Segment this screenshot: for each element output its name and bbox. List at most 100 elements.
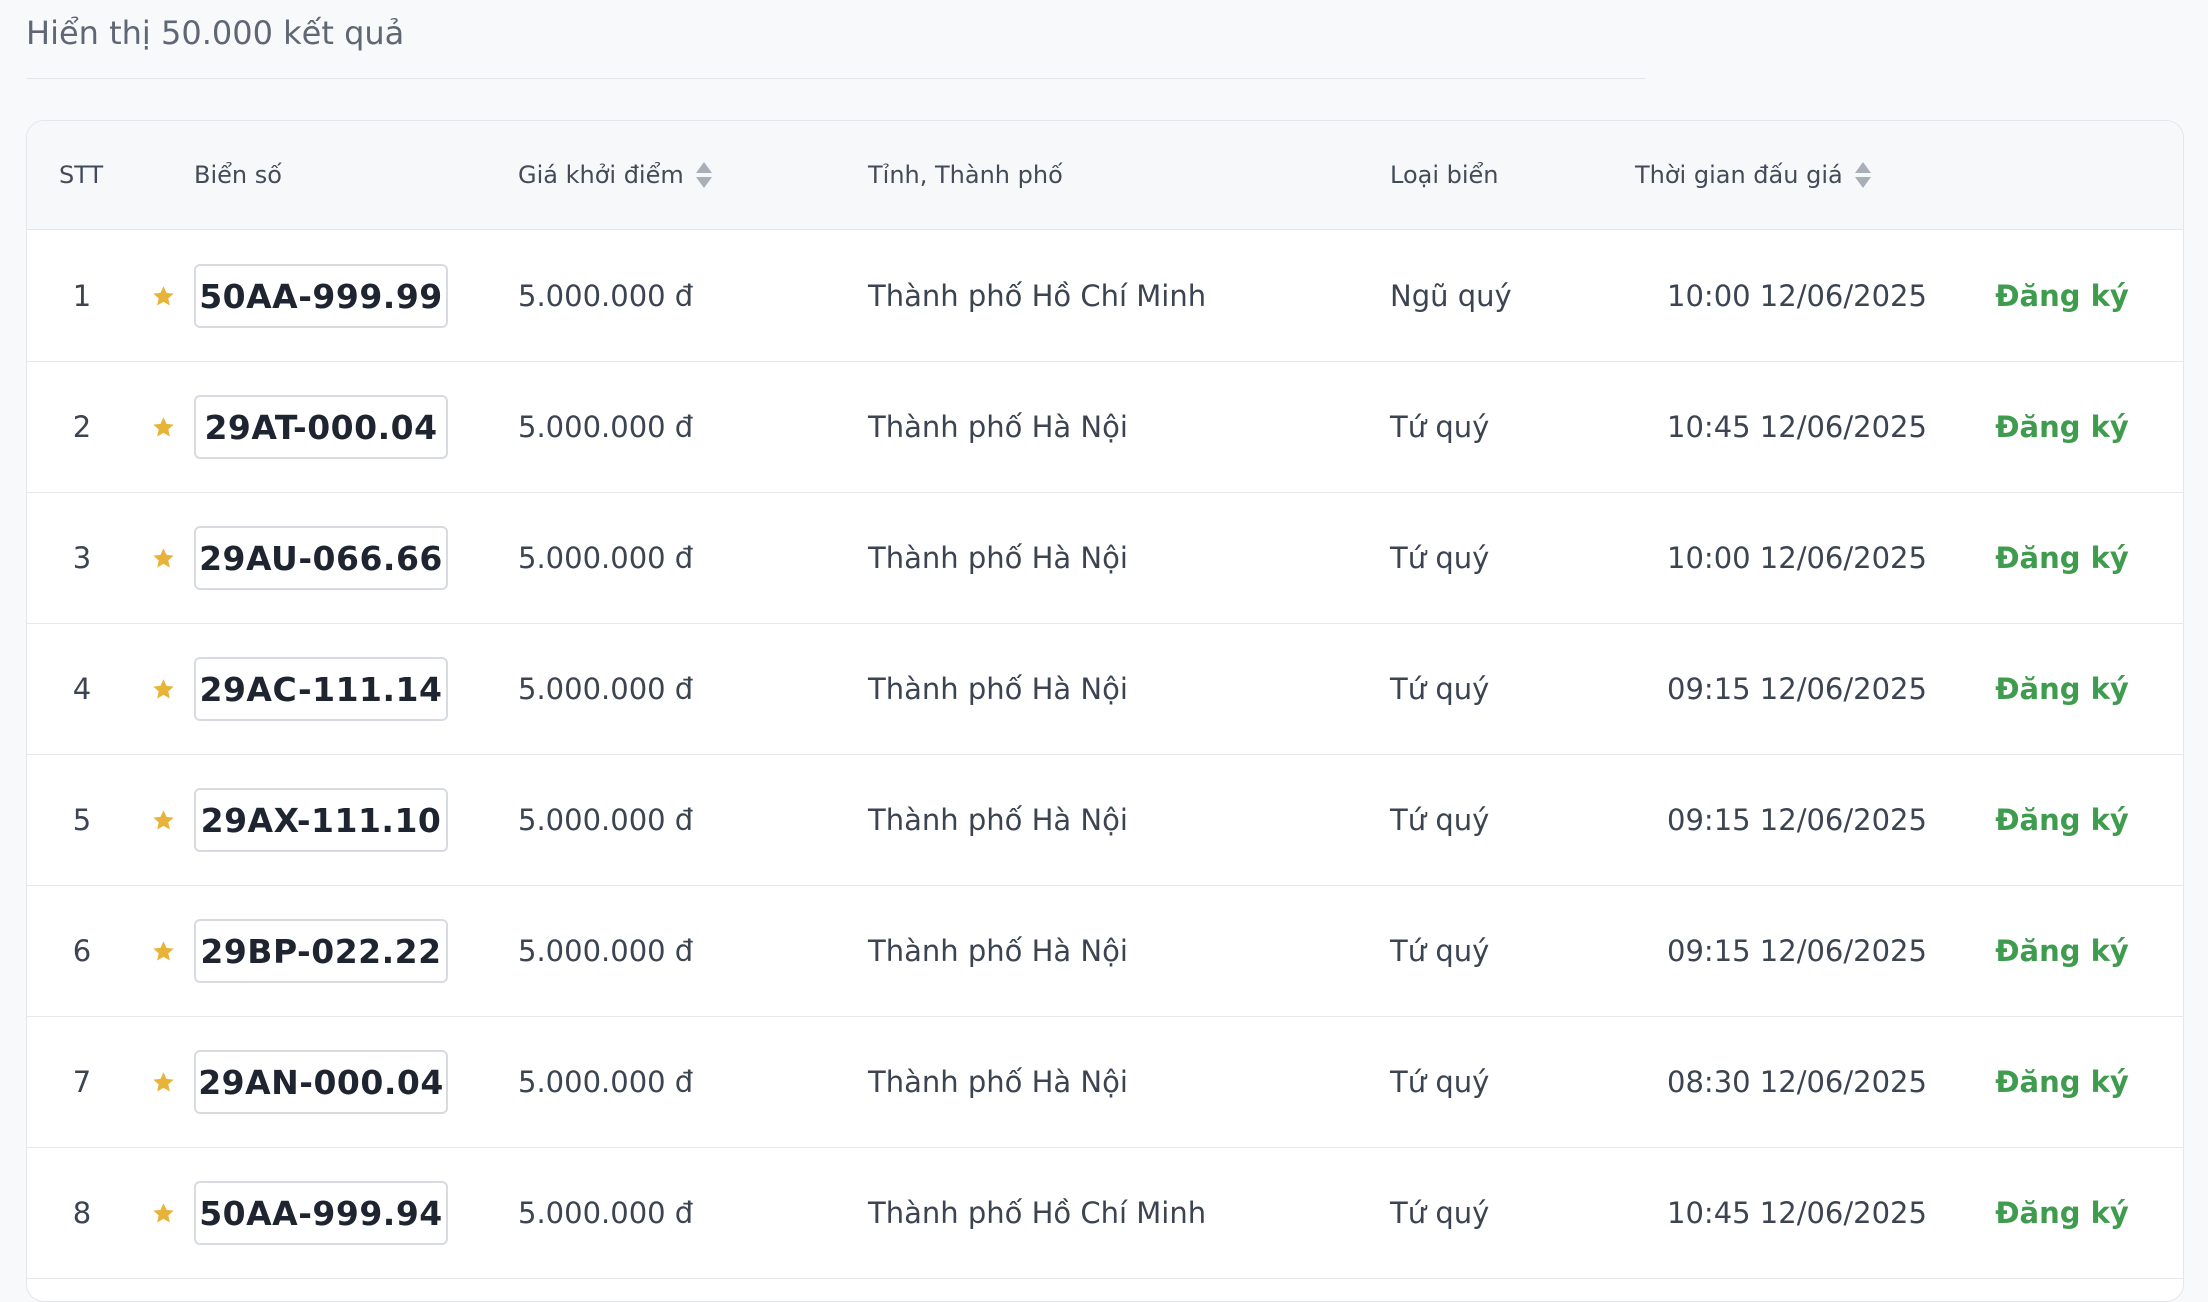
table-row: 4 29AC-111.14 5.000.000 đ Thành phố Hà N… xyxy=(27,624,2183,755)
table-row: 5 29AX-111.10 5.000.000 đ Thành phố Hà N… xyxy=(27,755,2183,886)
starting-price: 5.000.000 đ xyxy=(518,803,694,837)
starting-price: 5.000.000 đ xyxy=(518,410,694,444)
column-header-auction-time[interactable]: Thời gian đấu giá xyxy=(1635,121,1871,229)
register-link[interactable]: Đăng ký xyxy=(1995,279,2129,313)
table-row: 3 29AU-066.66 5.000.000 đ Thành phố Hà N… xyxy=(27,493,2183,624)
plate-cell: 29BP-022.22 xyxy=(194,886,448,1016)
plate-cell: 29AU-066.66 xyxy=(194,493,448,623)
plate-type: Tứ quý xyxy=(1390,410,1490,444)
license-plate[interactable]: 29AC-111.14 xyxy=(194,657,448,721)
register-cell: Đăng ký xyxy=(1967,755,2157,885)
license-plate[interactable]: 50AA-999.94 xyxy=(194,1181,448,1245)
province: Thành phố Hà Nội xyxy=(868,803,1128,837)
register-link[interactable]: Đăng ký xyxy=(1995,934,2129,968)
table-row: 7 29AN-000.04 5.000.000 đ Thành phố Hà N… xyxy=(27,1017,2183,1148)
auction-time: 10:00 12/06/2025 xyxy=(1667,279,1927,313)
sort-icon[interactable] xyxy=(695,161,712,189)
register-cell: Đăng ký xyxy=(1967,1017,2157,1147)
star-icon[interactable] xyxy=(145,886,181,1016)
register-link[interactable]: Đăng ký xyxy=(1995,803,2129,837)
register-link[interactable]: Đăng ký xyxy=(1995,410,2129,444)
starting-price: 5.000.000 đ xyxy=(518,279,694,313)
license-plate[interactable]: 29AT-000.04 xyxy=(194,395,448,459)
auction-time: 10:45 12/06/2025 xyxy=(1667,1196,1927,1230)
starting-price: 5.000.000 đ xyxy=(518,672,694,706)
starting-price: 5.000.000 đ xyxy=(518,541,694,575)
star-icon[interactable] xyxy=(145,1017,181,1147)
license-plate[interactable]: 29AX-111.10 xyxy=(194,788,448,852)
row-index: 3 xyxy=(72,541,92,575)
register-cell: Đăng ký xyxy=(1967,231,2157,361)
register-link[interactable]: Đăng ký xyxy=(1995,672,2129,706)
column-header-province: Tỉnh, Thành phố xyxy=(868,161,1063,189)
star-icon[interactable] xyxy=(145,493,181,623)
auction-time: 08:30 12/06/2025 xyxy=(1667,1065,1927,1099)
column-header-auction-time-label: Thời gian đấu giá xyxy=(1635,161,1843,189)
sort-icon[interactable] xyxy=(1854,161,1871,189)
plate-cell: 50AA-999.94 xyxy=(194,1148,448,1278)
plate-type: Tứ quý xyxy=(1390,803,1490,837)
register-cell: Đăng ký xyxy=(1967,1148,2157,1278)
row-index: 6 xyxy=(72,934,92,968)
auction-time: 09:15 12/06/2025 xyxy=(1667,803,1927,837)
register-cell: Đăng ký xyxy=(1967,886,2157,1016)
auction-table: STT Biển số Giá khởi điểm Tỉnh, Thành ph… xyxy=(26,120,2184,1302)
plate-type: Tứ quý xyxy=(1390,1065,1490,1099)
license-plate[interactable]: 29AN-000.04 xyxy=(194,1050,448,1114)
starting-price: 5.000.000 đ xyxy=(518,934,694,968)
plate-type: Tứ quý xyxy=(1390,541,1490,575)
register-link[interactable]: Đăng ký xyxy=(1995,541,2129,575)
plate-type: Tứ quý xyxy=(1390,672,1490,706)
row-index: 8 xyxy=(72,1196,92,1230)
province: Thành phố Hà Nội xyxy=(868,541,1128,575)
column-header-stt: STT xyxy=(59,161,104,189)
plate-cell: 29AC-111.14 xyxy=(194,624,448,754)
register-link[interactable]: Đăng ký xyxy=(1995,1065,2129,1099)
column-header-plate: Biển số xyxy=(194,161,282,189)
province: Thành phố Hà Nội xyxy=(868,1065,1128,1099)
row-index: 4 xyxy=(72,672,92,706)
auction-time: 09:15 12/06/2025 xyxy=(1667,934,1927,968)
register-cell: Đăng ký xyxy=(1967,493,2157,623)
row-index: 2 xyxy=(72,410,92,444)
plate-cell: 29AX-111.10 xyxy=(194,755,448,885)
table-row: 8 50AA-999.94 5.000.000 đ Thành phố Hồ C… xyxy=(27,1148,2183,1279)
row-index: 5 xyxy=(72,803,92,837)
starting-price: 5.000.000 đ xyxy=(518,1065,694,1099)
row-index: 1 xyxy=(72,279,92,313)
star-icon[interactable] xyxy=(145,624,181,754)
star-icon[interactable] xyxy=(145,755,181,885)
province: Thành phố Hà Nội xyxy=(868,934,1128,968)
results-count: Hiển thị 50.000 kết quả xyxy=(26,14,405,52)
column-header-plate-type: Loại biển xyxy=(1390,161,1499,189)
starting-price: 5.000.000 đ xyxy=(518,1196,694,1230)
register-cell: Đăng ký xyxy=(1967,362,2157,492)
table-row: 6 29BP-022.22 5.000.000 đ Thành phố Hà N… xyxy=(27,886,2183,1017)
plate-type: Tứ quý xyxy=(1390,1196,1490,1230)
plate-cell: 29AN-000.04 xyxy=(194,1017,448,1147)
plate-cell: 50AA-999.99 xyxy=(194,231,448,361)
province: Thành phố Hồ Chí Minh xyxy=(868,279,1207,313)
license-plate[interactable]: 29BP-022.22 xyxy=(194,919,448,983)
register-cell: Đăng ký xyxy=(1967,624,2157,754)
province: Thành phố Hà Nội xyxy=(868,410,1128,444)
table-row: 1 50AA-999.99 5.000.000 đ Thành phố Hồ C… xyxy=(27,231,2183,362)
plate-type: Tứ quý xyxy=(1390,934,1490,968)
province: Thành phố Hà Nội xyxy=(868,672,1128,706)
plate-type: Ngũ quý xyxy=(1390,279,1512,313)
auction-time: 09:15 12/06/2025 xyxy=(1667,672,1927,706)
auction-time: 10:45 12/06/2025 xyxy=(1667,410,1927,444)
star-icon[interactable] xyxy=(145,231,181,361)
province: Thành phố Hồ Chí Minh xyxy=(868,1196,1207,1230)
column-header-price-label: Giá khởi điểm xyxy=(518,161,684,189)
star-icon[interactable] xyxy=(145,362,181,492)
star-icon[interactable] xyxy=(145,1148,181,1278)
table-row: 2 29AT-000.04 5.000.000 đ Thành phố Hà N… xyxy=(27,362,2183,493)
register-link[interactable]: Đăng ký xyxy=(1995,1196,2129,1230)
plate-cell: 29AT-000.04 xyxy=(194,362,448,492)
license-plate[interactable]: 50AA-999.99 xyxy=(194,264,448,328)
column-header-price[interactable]: Giá khởi điểm xyxy=(518,121,712,229)
row-index: 7 xyxy=(72,1065,92,1099)
results-header: Hiển thị 50.000 kết quả xyxy=(26,0,1646,79)
license-plate[interactable]: 29AU-066.66 xyxy=(194,526,448,590)
